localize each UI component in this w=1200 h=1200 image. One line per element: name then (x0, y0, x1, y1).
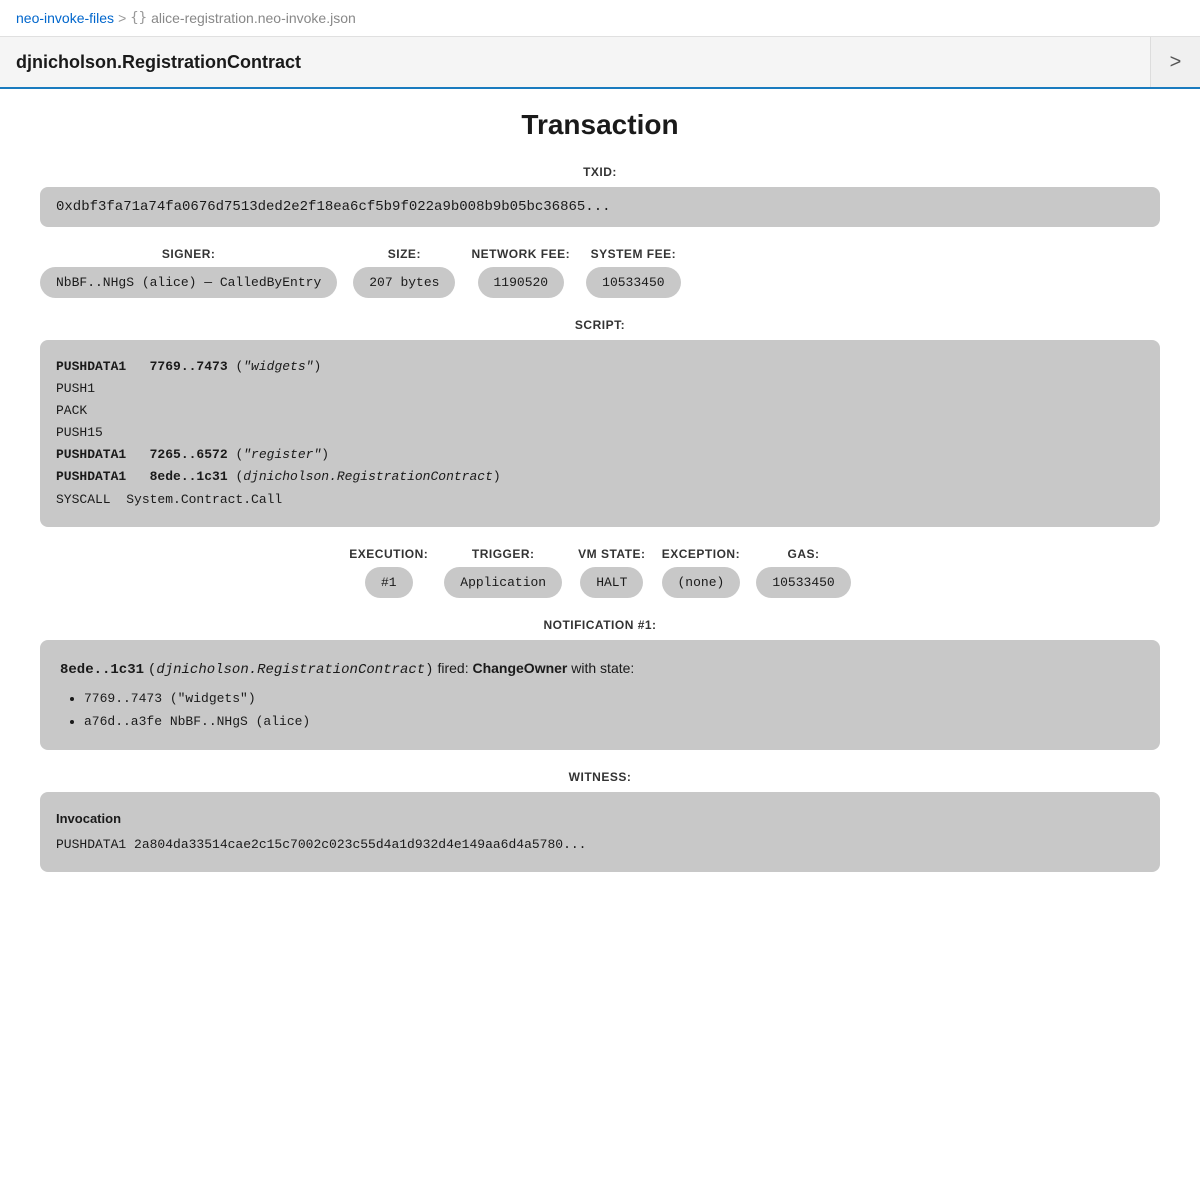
tab-input-area (0, 42, 1150, 83)
script-line-3: PACK (56, 400, 1144, 422)
breadcrumb-separator: > (118, 10, 126, 26)
script-block: PUSHDATA1 7769..7473 ("widgets") PUSH1 P… (40, 340, 1160, 527)
invocation-line: PUSHDATA1 2a804da33514cae2c15c7002c023c5… (56, 834, 1144, 856)
gas-col: GAS: 10533450 (756, 547, 850, 598)
execution-value: #1 (365, 567, 413, 598)
tab-arrow-button[interactable]: > (1150, 37, 1200, 87)
exception-col: EXCEPTION: (none) (662, 547, 741, 598)
notification-fired-text: fired: (437, 660, 472, 676)
signer-value: NbBF..NHgS (alice) — CalledByEntry (40, 267, 337, 298)
notification-block: 8ede..1c31 (djnicholson.RegistrationCont… (40, 640, 1160, 750)
signer-label: SIGNER: (162, 247, 216, 261)
size-label: SIZE: (388, 247, 421, 261)
notification-header: 8ede..1c31 (djnicholson.RegistrationCont… (60, 656, 1140, 683)
notification-contract: 8ede..1c31 (60, 662, 144, 678)
size-col: SIZE: 207 bytes (353, 247, 455, 298)
notification-with-state: with state: (571, 660, 634, 676)
breadcrumb: neo-invoke-files > {} alice-registration… (0, 0, 1200, 37)
meta-row: SIGNER: NbBF..NHgS (alice) — CalledByEnt… (40, 247, 1160, 298)
notification-state-item-2: a76d..a3fe NbBF..NHgS (alice) (84, 710, 1140, 733)
system-fee-col: SYSTEM FEE: 10533450 (586, 247, 680, 298)
signer-col: SIGNER: NbBF..NHgS (alice) — CalledByEnt… (40, 247, 337, 298)
script-line-7: SYSCALL System.Contract.Call (56, 489, 1144, 511)
transaction-title: Transaction (40, 109, 1160, 141)
network-fee-value: 1190520 (478, 267, 565, 298)
script-line-6: PUSHDATA1 8ede..1c31 (djnicholson.Regist… (56, 466, 1144, 488)
vm-state-label: VM STATE: (578, 547, 645, 561)
exception-label: EXCEPTION: (662, 547, 740, 561)
execution-label: EXECUTION: (349, 547, 428, 561)
script-line-1: PUSHDATA1 7769..7473 ("widgets") (56, 356, 1144, 378)
trigger-label: TRIGGER: (472, 547, 535, 561)
gas-value: 10533450 (756, 567, 850, 598)
network-fee-col: NETWORK FEE: 1190520 (471, 247, 570, 298)
txid-label: TXID: (40, 165, 1160, 179)
breadcrumb-file-icon: {} (130, 10, 147, 26)
script-line-2: PUSH1 (56, 378, 1144, 400)
gas-label: GAS: (788, 547, 820, 561)
trigger-col: TRIGGER: Application (444, 547, 562, 598)
contract-input[interactable] (16, 52, 1134, 73)
witness-block: Invocation PUSHDATA1 2a804da33514cae2c15… (40, 792, 1160, 872)
execution-row: EXECUTION: #1 TRIGGER: Application VM ST… (40, 547, 1160, 598)
exception-value: (none) (662, 567, 741, 598)
notification-event: ChangeOwner (472, 660, 567, 676)
notification-label: NOTIFICATION #1: (40, 618, 1160, 632)
witness-label: WITNESS: (40, 770, 1160, 784)
trigger-value: Application (444, 567, 562, 598)
system-fee-value: 10533450 (586, 267, 680, 298)
notification-state-list: 7769..7473 ("widgets") a76d..a3fe NbBF..… (84, 687, 1140, 734)
system-fee-label: SYSTEM FEE: (591, 247, 677, 261)
network-fee-label: NETWORK FEE: (471, 247, 570, 261)
script-label: SCRIPT: (40, 318, 1160, 332)
invocation-title: Invocation (56, 808, 1144, 830)
vm-state-value: HALT (580, 567, 643, 598)
vm-state-col: VM STATE: HALT (578, 547, 645, 598)
execution-col: EXECUTION: #1 (349, 547, 428, 598)
notification-state-item-1: 7769..7473 ("widgets") (84, 687, 1140, 710)
main-content: Transaction TXID: 0xdbf3fa71a74fa0676d75… (0, 89, 1200, 912)
size-value: 207 bytes (353, 267, 455, 298)
script-line-5: PUSHDATA1 7265..6572 ("register") (56, 444, 1144, 466)
script-line-4: PUSH15 (56, 422, 1144, 444)
breadcrumb-parent[interactable]: neo-invoke-files (16, 10, 114, 26)
breadcrumb-current: alice-registration.neo-invoke.json (151, 10, 356, 26)
tab-header: > (0, 37, 1200, 89)
notification-contract-name: (djnicholson.RegistrationContract) (148, 662, 434, 678)
txid-value: 0xdbf3fa71a74fa0676d7513ded2e2f18ea6cf5b… (40, 187, 1160, 227)
